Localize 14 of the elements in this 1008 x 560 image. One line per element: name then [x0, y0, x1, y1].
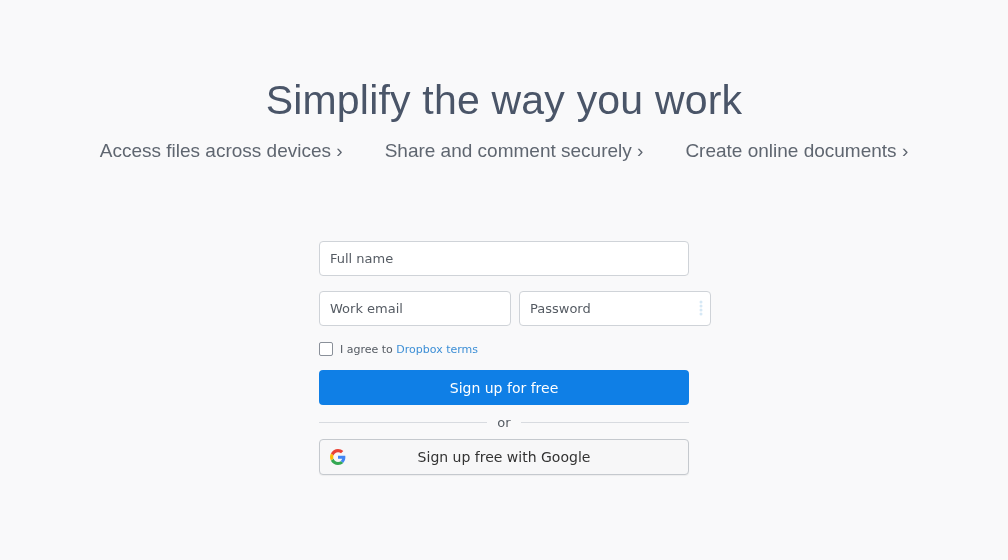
divider-text: or [497, 415, 511, 430]
sign-up-button[interactable]: Sign up for free [319, 370, 689, 405]
terms-link[interactable]: Dropbox terms [396, 342, 479, 356]
feature-link[interactable]: Share and comment securely › [384, 138, 644, 164]
terms-checkbox[interactable] [319, 342, 333, 356]
page-heading: Simplify the way you work [265, 76, 743, 125]
feature-link[interactable]: Access files across devices › [99, 138, 343, 164]
email-field[interactable]: Work email [319, 291, 511, 326]
feature-link[interactable]: Create online documents › [685, 138, 909, 164]
full-name-field[interactable]: Full name [319, 241, 689, 276]
password-field[interactable]: Password [519, 291, 711, 326]
google-g-icon [330, 449, 346, 465]
google-sign-up-button[interactable]: Sign up free with Google [319, 439, 689, 475]
terms-text: I agree to Dropbox terms [340, 342, 479, 356]
